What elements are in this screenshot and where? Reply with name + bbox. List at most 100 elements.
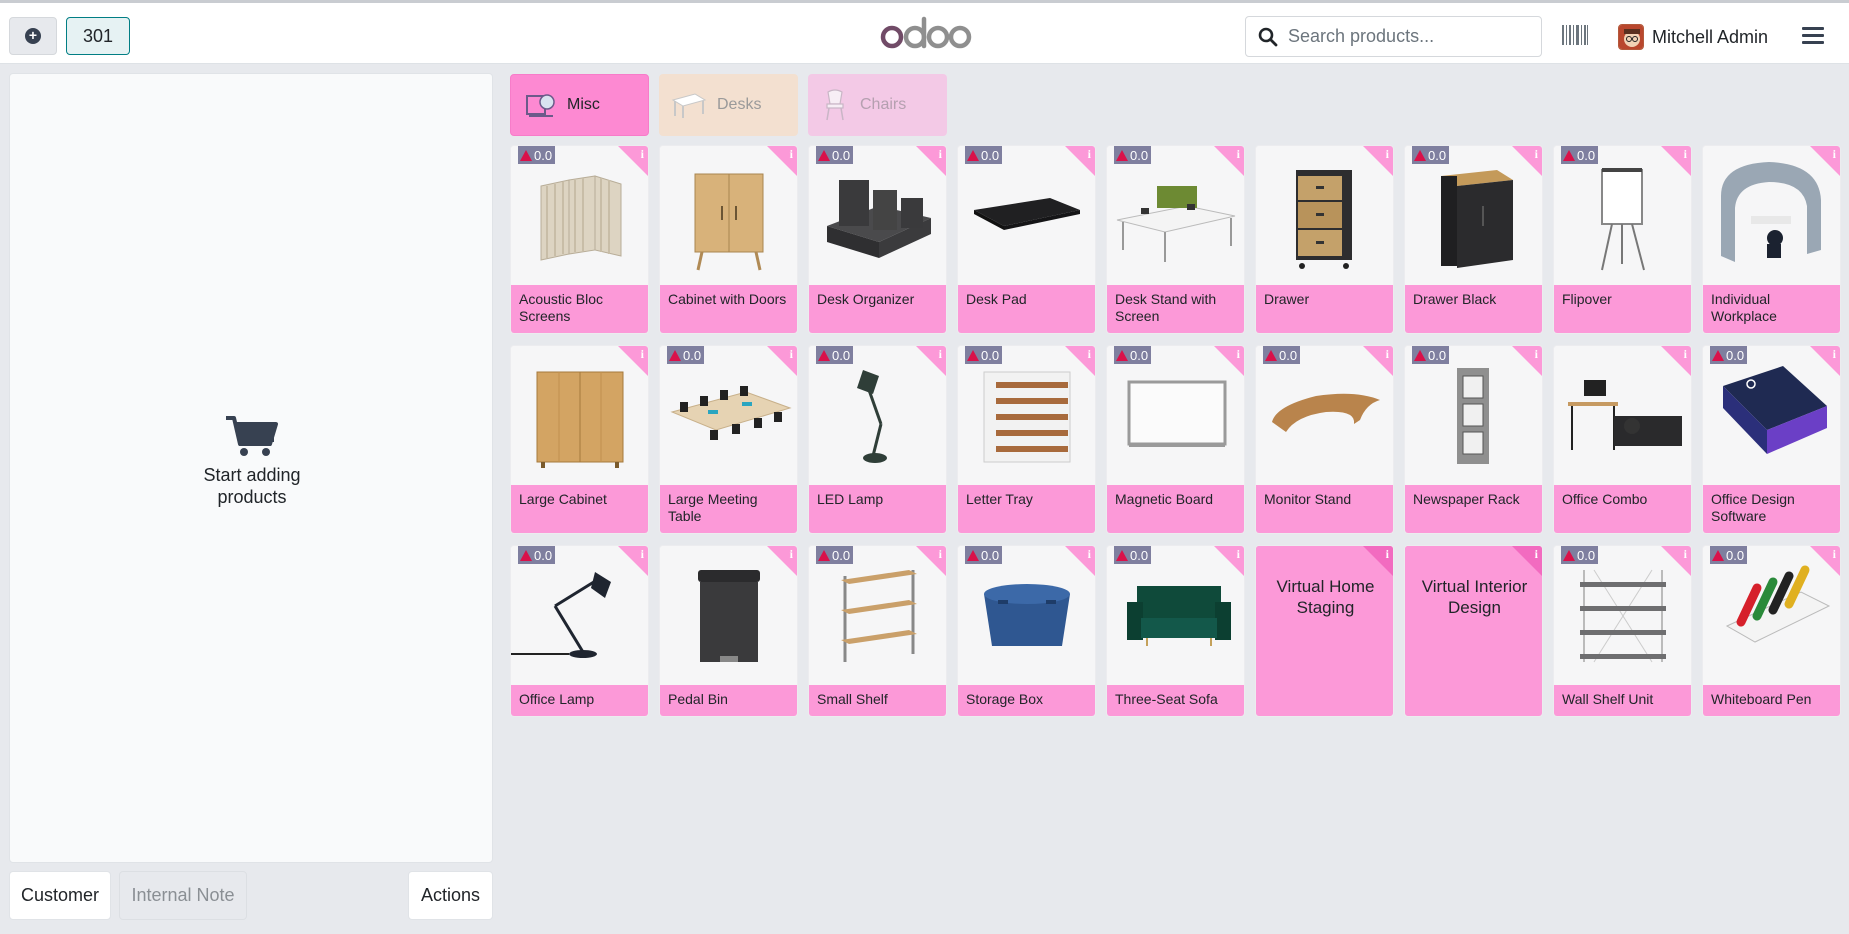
search-input[interactable] <box>1288 26 1518 47</box>
stock-badge: 0.0 <box>518 546 556 564</box>
product-name: Small Shelf <box>809 685 946 716</box>
product-card-office-combo[interactable]: i Office Combo <box>1553 345 1692 534</box>
product-card-drawer[interactable]: i Drawer <box>1255 145 1394 334</box>
info-icon[interactable]: i <box>641 347 644 362</box>
actions-button[interactable]: Actions <box>408 871 493 920</box>
product-card-pedal-bin[interactable]: i Pedal Bin <box>659 545 798 717</box>
product-card-letter-tray[interactable]: 0.0 i Letter Tray <box>957 345 1096 534</box>
info-icon[interactable]: i <box>939 347 942 362</box>
stock-badge: 0.0 <box>1114 146 1152 164</box>
info-icon[interactable]: i <box>1237 147 1240 162</box>
product-name: Flipover <box>1554 285 1691 333</box>
product-name: Magnetic Board <box>1107 485 1244 533</box>
product-card-virtual-home-staging[interactable]: i Virtual Home Staging <box>1255 545 1394 717</box>
product-card-cabinet-with-doors[interactable]: i Cabinet with Doors <box>659 145 798 334</box>
chair-category-icon <box>826 89 844 121</box>
empty-cart-text: Start adding products <box>203 465 301 507</box>
product-card-desk-stand-with-screen[interactable]: 0.0 i Desk Stand with Screen <box>1106 145 1245 334</box>
product-card-desk-pad[interactable]: 0.0 i Desk Pad <box>957 145 1096 334</box>
category-chairs[interactable]: Chairs <box>808 74 947 136</box>
product-card-individual-workplace[interactable]: i Individual Workplace <box>1702 145 1841 334</box>
warning-icon <box>818 550 830 561</box>
product-card-desk-organizer[interactable]: 0.0 i Desk Organizer <box>808 145 947 334</box>
info-icon[interactable]: i <box>790 147 793 162</box>
product-card-drawer-black[interactable]: 0.0 i Drawer Black <box>1404 145 1543 334</box>
stock-badge: 0.0 <box>965 346 1003 364</box>
info-icon[interactable]: i <box>1833 547 1836 562</box>
product-card-led-lamp[interactable]: 0.0 i LED Lamp <box>808 345 947 534</box>
warning-icon <box>520 150 532 161</box>
stock-badge: 0.0 <box>816 546 854 564</box>
product-name: LED Lamp <box>809 485 946 533</box>
info-icon[interactable]: i <box>790 347 793 362</box>
info-icon[interactable]: i <box>1684 547 1687 562</box>
info-icon[interactable]: i <box>790 547 793 562</box>
internal-note-button[interactable]: Internal Note <box>119 871 247 920</box>
product-card-newspaper-rack[interactable]: 0.0 i Newspaper Rack <box>1404 345 1543 534</box>
search-bar[interactable] <box>1245 16 1542 57</box>
info-icon[interactable]: i <box>1535 147 1538 162</box>
category-desks[interactable]: Desks <box>659 74 798 136</box>
info-icon[interactable]: i <box>1088 147 1091 162</box>
info-icon[interactable]: i <box>939 147 942 162</box>
product-name: Desk Organizer <box>809 285 946 333</box>
info-icon[interactable]: i <box>641 147 644 162</box>
product-card-office-design-software[interactable]: 0.0 i Office Design Software <box>1702 345 1841 534</box>
info-icon[interactable]: i <box>1684 147 1687 162</box>
warning-icon <box>1116 350 1128 361</box>
warning-icon <box>1414 350 1426 361</box>
product-card-magnetic-board[interactable]: 0.0 i Magnetic Board <box>1106 345 1245 534</box>
info-icon[interactable]: i <box>1237 347 1240 362</box>
product-card-acoustic-bloc-screens[interactable]: 0.0 i Acoustic Bloc Screens <box>510 145 649 334</box>
product-name: Three-Seat Sofa <box>1107 685 1244 716</box>
category-label: Chairs <box>860 96 907 113</box>
product-name: Cabinet with Doors <box>660 285 797 333</box>
info-icon[interactable]: i <box>1386 347 1389 362</box>
info-icon[interactable]: i <box>1386 547 1389 562</box>
barcode-icon[interactable] <box>1562 25 1588 45</box>
info-icon[interactable]: i <box>1237 547 1240 562</box>
product-card-small-shelf[interactable]: 0.0 i Small Shelf <box>808 545 947 717</box>
info-icon[interactable]: i <box>641 547 644 562</box>
info-icon[interactable]: i <box>1535 547 1538 562</box>
product-card-storage-box[interactable]: 0.0 i Storage Box <box>957 545 1096 717</box>
stock-badge: 0.0 <box>1561 146 1599 164</box>
stock-badge: 0.0 <box>667 346 705 364</box>
product-name: Newspaper Rack <box>1405 485 1542 533</box>
product-card-large-meeting-table[interactable]: 0.0 i Large Meeting Table <box>659 345 798 534</box>
product-card-whiteboard-pen[interactable]: 0.0 i Whiteboard Pen <box>1702 545 1841 717</box>
odoo-logo[interactable] <box>880 11 972 59</box>
info-icon[interactable]: i <box>1684 347 1687 362</box>
stock-badge: 0.0 <box>965 546 1003 564</box>
product-card-office-lamp[interactable]: 0.0 i Office Lamp <box>510 545 649 717</box>
order-panel: Start adding products <box>9 73 493 863</box>
table-button[interactable]: 301 <box>66 17 130 55</box>
product-name: Virtual Interior Design <box>1421 577 1528 617</box>
hamburger-menu-icon[interactable] <box>1802 25 1824 45</box>
warning-icon <box>967 550 979 561</box>
warning-icon <box>1116 150 1128 161</box>
stock-badge: 0.0 <box>1114 546 1152 564</box>
product-card-wall-shelf-unit[interactable]: 0.0 i Wall Shelf Unit <box>1553 545 1692 717</box>
info-icon[interactable]: i <box>1088 547 1091 562</box>
category-label: Desks <box>717 96 762 113</box>
category-misc[interactable]: Misc <box>510 74 649 136</box>
new-order-button[interactable]: + <box>9 17 57 55</box>
customer-button[interactable]: Customer <box>9 871 111 920</box>
info-icon[interactable]: i <box>1535 347 1538 362</box>
warning-icon <box>1116 550 1128 561</box>
product-card-large-cabinet[interactable]: i Large Cabinet <box>510 345 649 534</box>
info-icon[interactable]: i <box>1833 347 1836 362</box>
product-card-monitor-stand[interactable]: 0.0 i Monitor Stand <box>1255 345 1394 534</box>
info-icon[interactable]: i <box>1386 147 1389 162</box>
product-card-virtual-interior-design[interactable]: i Virtual Interior Design <box>1404 545 1543 717</box>
product-card-three-seat-sofa[interactable]: 0.0 i Three-Seat Sofa <box>1106 545 1245 717</box>
info-icon[interactable]: i <box>1833 147 1836 162</box>
empty-cart: Start adding products <box>10 414 494 508</box>
product-card-flipover[interactable]: 0.0 i Flipover <box>1553 145 1692 334</box>
info-icon[interactable]: i <box>1088 347 1091 362</box>
info-icon[interactable]: i <box>939 547 942 562</box>
product-name: Whiteboard Pen <box>1703 685 1840 716</box>
misc-category-icon <box>526 94 555 117</box>
user-menu[interactable]: Mitchell Admin <box>1618 23 1768 51</box>
